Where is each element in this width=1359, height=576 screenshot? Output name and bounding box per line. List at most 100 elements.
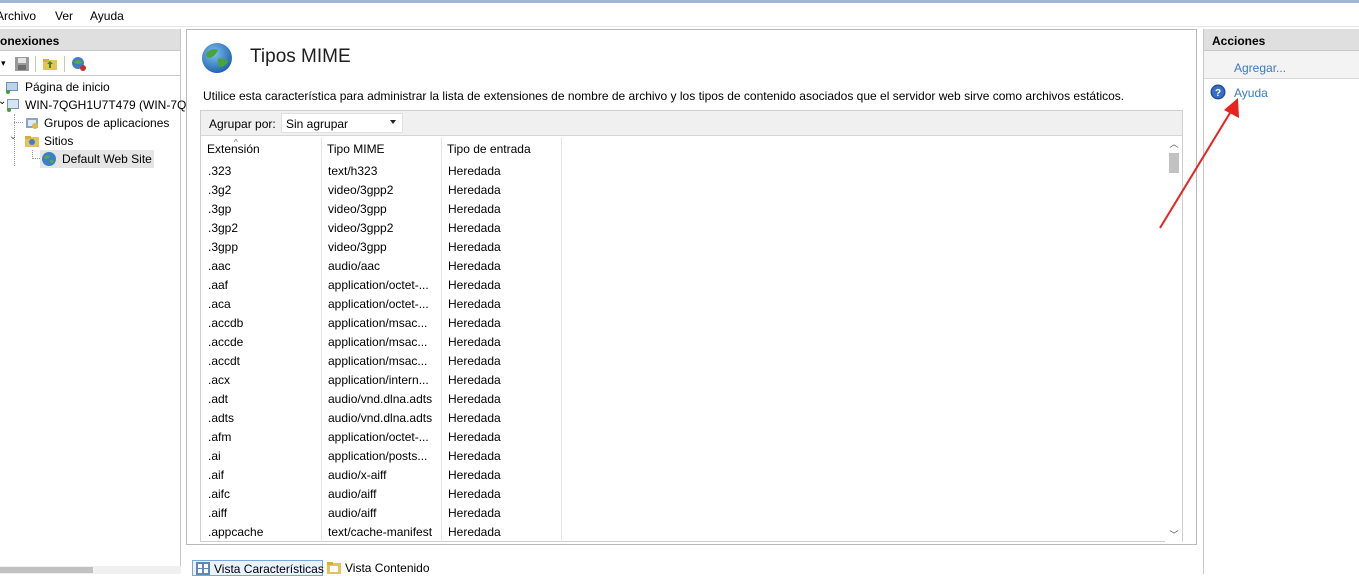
- actions-group: Agregar...: [1204, 51, 1359, 79]
- cell-entry-type: Heredada: [448, 221, 501, 235]
- cell-extension: .aca: [208, 297, 231, 311]
- horizontal-scrollbar[interactable]: [0, 566, 181, 574]
- toolbar-separator: [35, 56, 36, 72]
- tree-label: Página de inicio: [25, 80, 110, 94]
- cell-extension: .aiff: [208, 506, 228, 520]
- table-row[interactable]: .aca application/octet-... Heredada: [201, 294, 562, 313]
- page-title: Tipos MIME: [250, 46, 351, 67]
- table-row[interactable]: .3gpp video/3gpp Heredada: [201, 237, 562, 256]
- table-row[interactable]: .3gp video/3gpp Heredada: [201, 199, 562, 218]
- table-row[interactable]: .accde application/msac... Heredada: [201, 332, 562, 351]
- cell-mime-type: application/msac...: [328, 354, 428, 368]
- toolbar-separator: [64, 56, 65, 72]
- tree-label: Sitios: [44, 134, 74, 148]
- cell-extension: .acx: [208, 373, 231, 387]
- column-header-mime[interactable]: Tipo MIME: [321, 138, 442, 160]
- table-row[interactable]: .ai application/posts... Heredada: [201, 446, 562, 465]
- table-row[interactable]: .acx application/intern... Heredada: [201, 370, 562, 389]
- cell-entry-type: Heredada: [448, 411, 501, 425]
- cell-mime-type: video/3gpp2: [328, 183, 394, 197]
- globe-icon: [202, 43, 232, 73]
- dropdown-caret-icon: [390, 120, 396, 124]
- menu-view[interactable]: Ver: [55, 9, 73, 23]
- table-row[interactable]: .323 text/h323 Heredada: [201, 161, 562, 180]
- cell-extension: .aaf: [208, 278, 229, 292]
- group-by-select[interactable]: Sin agrupar: [281, 113, 403, 133]
- collapse-arrow-icon[interactable]: ⌄: [9, 131, 17, 142]
- server-icon: [7, 99, 19, 112]
- table-row[interactable]: .accdt application/msac... Heredada: [201, 351, 562, 370]
- table-row[interactable]: .afm application/octet-... Heredada: [201, 427, 562, 446]
- cell-entry-type: Heredada: [448, 316, 501, 330]
- start-page-icon: [6, 82, 18, 94]
- cell-extension: .adts: [208, 411, 235, 425]
- cell-mime-type: audio/aiff: [328, 506, 377, 520]
- table-row[interactable]: .aaf application/octet-... Heredada: [201, 275, 562, 294]
- menu-help[interactable]: Ayuda: [90, 9, 124, 23]
- table-row[interactable]: .adts audio/vnd.dlna.adts Heredada: [201, 408, 562, 427]
- table-row[interactable]: .aiff audio/aiff Heredada: [201, 503, 562, 522]
- connections-pane: onexiones ▾ Página de inicio ⌄ WIN-7QGH1…: [0, 29, 186, 574]
- actions-header: Acciones: [1204, 29, 1359, 51]
- view-tabs: Vista Características Vista Contenido: [186, 547, 1197, 576]
- cell-entry-type: Heredada: [448, 335, 501, 349]
- tree-connector: [32, 158, 40, 159]
- cell-entry-type: Heredada: [448, 468, 501, 482]
- cell-mime-type: video/3gpp: [328, 202, 387, 216]
- cell-entry-type: Heredada: [448, 297, 501, 311]
- cell-entry-type: Heredada: [448, 392, 501, 406]
- tree-item-sites[interactable]: ⌄ Sitios: [0, 131, 181, 150]
- tab-label: Vista Contenido: [345, 561, 430, 575]
- cell-mime-type: text/cache-manifest: [328, 525, 433, 539]
- group-by-bar: Agrupar por: Sin agrupar: [201, 111, 1182, 136]
- column-header-entry-type[interactable]: Tipo de entrada: [441, 138, 562, 160]
- table-row[interactable]: .adt audio/vnd.dlna.adts Heredada: [201, 389, 562, 408]
- add-mime-link[interactable]: Agregar...: [1234, 61, 1286, 75]
- cell-entry-type: Heredada: [448, 278, 501, 292]
- cell-extension: .accdb: [208, 316, 244, 330]
- cell-extension: .aif: [208, 468, 225, 482]
- connect-icon[interactable]: [71, 56, 87, 72]
- save-icon[interactable]: [14, 56, 30, 72]
- cell-mime-type: application/msac...: [328, 335, 428, 349]
- cell-extension: .aifc: [208, 487, 231, 501]
- cell-entry-type: Heredada: [448, 525, 501, 539]
- dropdown-arrow-icon[interactable]: ▾: [1, 58, 6, 69]
- content-view-icon: [327, 562, 341, 574]
- cell-mime-type: audio/aiff: [328, 487, 377, 501]
- tree-label: WIN-7QGH1U7T479 (WIN-7Q: [25, 98, 187, 112]
- tree-item-default-web-site[interactable]: Default Web Site: [40, 150, 154, 168]
- tree-item-start-page[interactable]: Página de inicio: [0, 78, 181, 96]
- group-by-label: Agrupar por:: [209, 117, 276, 131]
- table-row[interactable]: .3g2 video/3gpp2 Heredada: [201, 180, 562, 199]
- cell-entry-type: Heredada: [448, 449, 501, 463]
- scrollbar-thumb[interactable]: [0, 567, 93, 573]
- column-header-label: Tipo MIME: [327, 142, 385, 156]
- group-by-value: Sin agrupar: [286, 117, 349, 131]
- column-header-extension[interactable]: ^ Extensión: [201, 138, 322, 160]
- table-row[interactable]: .3gp2 video/3gpp2 Heredada: [201, 218, 562, 237]
- cell-mime-type: application/intern...: [328, 373, 429, 387]
- table-row[interactable]: .appcache text/cache-manifest Heredada: [201, 522, 562, 541]
- tree-item-server[interactable]: ⌄ WIN-7QGH1U7T479 (WIN-7Q: [0, 96, 186, 114]
- cell-entry-type: Heredada: [448, 202, 501, 216]
- connections-toolbar: ▾: [0, 52, 180, 76]
- cell-extension: .accdt: [208, 354, 241, 368]
- table-row[interactable]: .aif audio/x-aiff Heredada: [201, 465, 562, 484]
- tree-item-app-pools[interactable]: Grupos de aplicaciones: [0, 114, 181, 132]
- features-view-icon: [196, 562, 210, 575]
- table-row[interactable]: .aifc audio/aiff Heredada: [201, 484, 562, 503]
- cell-mime-type: application/msac...: [328, 316, 428, 330]
- cell-entry-type: Heredada: [448, 183, 501, 197]
- up-folder-icon[interactable]: [42, 56, 58, 72]
- globe-icon: [42, 152, 56, 166]
- scroll-down-icon[interactable]: ﹀: [1169, 530, 1179, 540]
- cell-entry-type: Heredada: [448, 506, 501, 520]
- table-row[interactable]: .aac audio/aac Heredada: [201, 256, 562, 275]
- table-row[interactable]: .accdb application/msac... Heredada: [201, 313, 562, 332]
- connections-header: onexiones: [0, 29, 180, 51]
- menu-file[interactable]: Archivo: [0, 9, 36, 23]
- cell-extension: .accde: [208, 335, 244, 349]
- cell-mime-type: video/3gpp2: [328, 221, 394, 235]
- feature-panel: Tipos MIME Utilice esta característica p…: [186, 29, 1197, 545]
